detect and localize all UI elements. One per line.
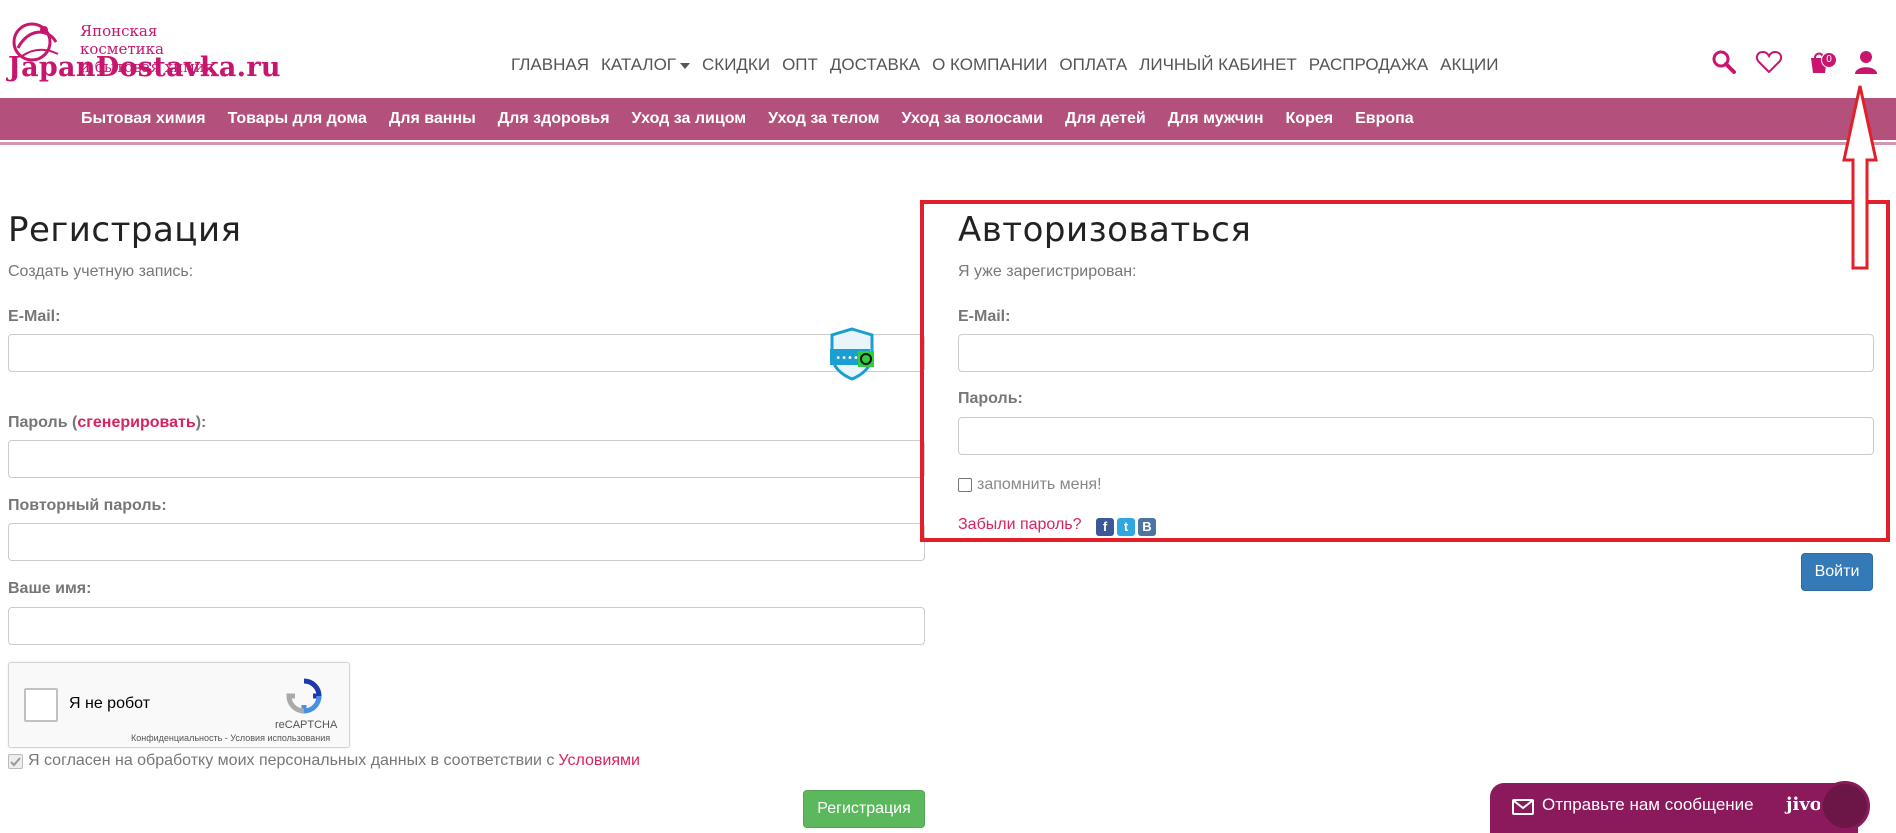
cart-button[interactable]: 0	[1806, 48, 1837, 76]
recaptcha-brand: reCAPTCHA	[275, 719, 338, 731]
wishlist-button[interactable]	[1755, 48, 1783, 76]
category-hair-care[interactable]: Уход за волосами	[890, 110, 1053, 128]
category-bar-divider	[0, 142, 1896, 145]
category-kids[interactable]: Для детей	[1054, 110, 1157, 128]
nav-about[interactable]: О КОМПАНИИ	[926, 55, 1053, 75]
nav-promotions[interactable]: АКЦИИ	[1434, 55, 1504, 75]
nav-sale[interactable]: РАСПРОДАЖА	[1303, 55, 1434, 75]
category-face-care[interactable]: Уход за лицом	[621, 110, 758, 128]
register-button[interactable]: Регистрация	[803, 790, 925, 828]
cart-count-badge: 0	[1821, 52, 1837, 68]
category-health[interactable]: Для здоровья	[487, 110, 621, 128]
chat-brand: jivo	[1786, 794, 1822, 815]
register-repeat-password-label: Повторный пароль:	[8, 497, 167, 514]
category-bath[interactable]: Для ванны	[378, 110, 487, 128]
consent-row: Я согласен на обработку моих персональны…	[8, 752, 640, 770]
category-household-chemicals[interactable]: Бытовая химия	[70, 110, 217, 128]
chevron-down-icon	[680, 62, 691, 69]
nav-delivery[interactable]: ДОСТАВКА	[824, 55, 926, 75]
nav-discounts[interactable]: СКИДКИ	[696, 55, 776, 75]
consent-text: Я согласен на обработку моих персональны…	[28, 752, 555, 769]
main-navigation: ГЛАВНАЯ КАТАЛОГ СКИДКИ ОПТ ДОСТАВКА О КО…	[505, 55, 1504, 75]
register-name-label: Ваше имя:	[8, 580, 92, 597]
recaptcha-label: Я не робот	[69, 695, 151, 712]
nav-account[interactable]: ЛИЧНЫЙ КАБИНЕТ	[1133, 55, 1303, 75]
nav-home[interactable]: ГЛАВНАЯ	[505, 55, 595, 75]
annotation-highlight-box	[920, 200, 1890, 542]
category-list: Бытовая химия Товары для дома Для ванны …	[70, 98, 1425, 140]
register-email-input[interactable]	[8, 334, 925, 372]
generate-password-link[interactable]: сгенерировать	[77, 414, 195, 431]
category-home-goods[interactable]: Товары для дома	[217, 110, 378, 128]
register-title: Регистрация	[8, 210, 242, 250]
search-icon	[1712, 50, 1736, 74]
category-body-care[interactable]: Уход за телом	[757, 110, 890, 128]
login-button[interactable]: Войти	[1801, 553, 1873, 591]
register-name-input[interactable]	[8, 607, 925, 645]
recaptcha-checkbox[interactable]	[24, 688, 58, 722]
recaptcha-widget: Я не робот reCAPTCHA Конфиденциальность …	[8, 662, 350, 748]
register-subtitle: Создать учетную запись:	[8, 263, 194, 280]
chat-status-indicator	[1820, 781, 1870, 831]
logo-name: JapanDostavka.ru	[8, 52, 281, 83]
site-logo[interactable]: Японская косметика и бытовая химия Japan…	[8, 18, 281, 84]
register-password-input[interactable]	[8, 440, 925, 478]
account-button[interactable]	[1852, 48, 1880, 76]
category-europe[interactable]: Европа	[1344, 110, 1425, 128]
chat-prompt: Отправьте нам сообщение	[1542, 795, 1754, 814]
recaptcha-logo-icon	[286, 678, 322, 714]
nav-catalog[interactable]: КАТАЛОГ	[595, 55, 696, 75]
terms-link[interactable]: Условиями	[558, 752, 640, 770]
password-manager-icon[interactable]: •••••	[828, 327, 876, 381]
register-email-label: E-Mail:	[8, 308, 61, 325]
search-button[interactable]	[1710, 48, 1738, 76]
category-korea[interactable]: Корея	[1275, 110, 1345, 128]
chat-widget[interactable]: Отправьте нам сообщение jivo	[1490, 781, 1870, 833]
annotation-arrow-up-icon	[1842, 85, 1878, 270]
recaptcha-links[interactable]: Конфиденциальность - Условия использован…	[131, 733, 330, 743]
register-password-label: Пароль (сгенерировать):	[8, 414, 207, 431]
consent-checkbox[interactable]	[8, 753, 23, 769]
heart-icon	[1755, 50, 1783, 74]
user-icon	[1855, 51, 1877, 74]
nav-payment[interactable]: ОПЛАТА	[1053, 55, 1133, 75]
envelope-icon	[1512, 799, 1534, 815]
checkmark-icon	[10, 756, 21, 766]
category-men[interactable]: Для мужчин	[1157, 110, 1275, 128]
nav-wholesale[interactable]: ОПТ	[776, 55, 824, 75]
register-repeat-password-input[interactable]	[8, 523, 925, 561]
